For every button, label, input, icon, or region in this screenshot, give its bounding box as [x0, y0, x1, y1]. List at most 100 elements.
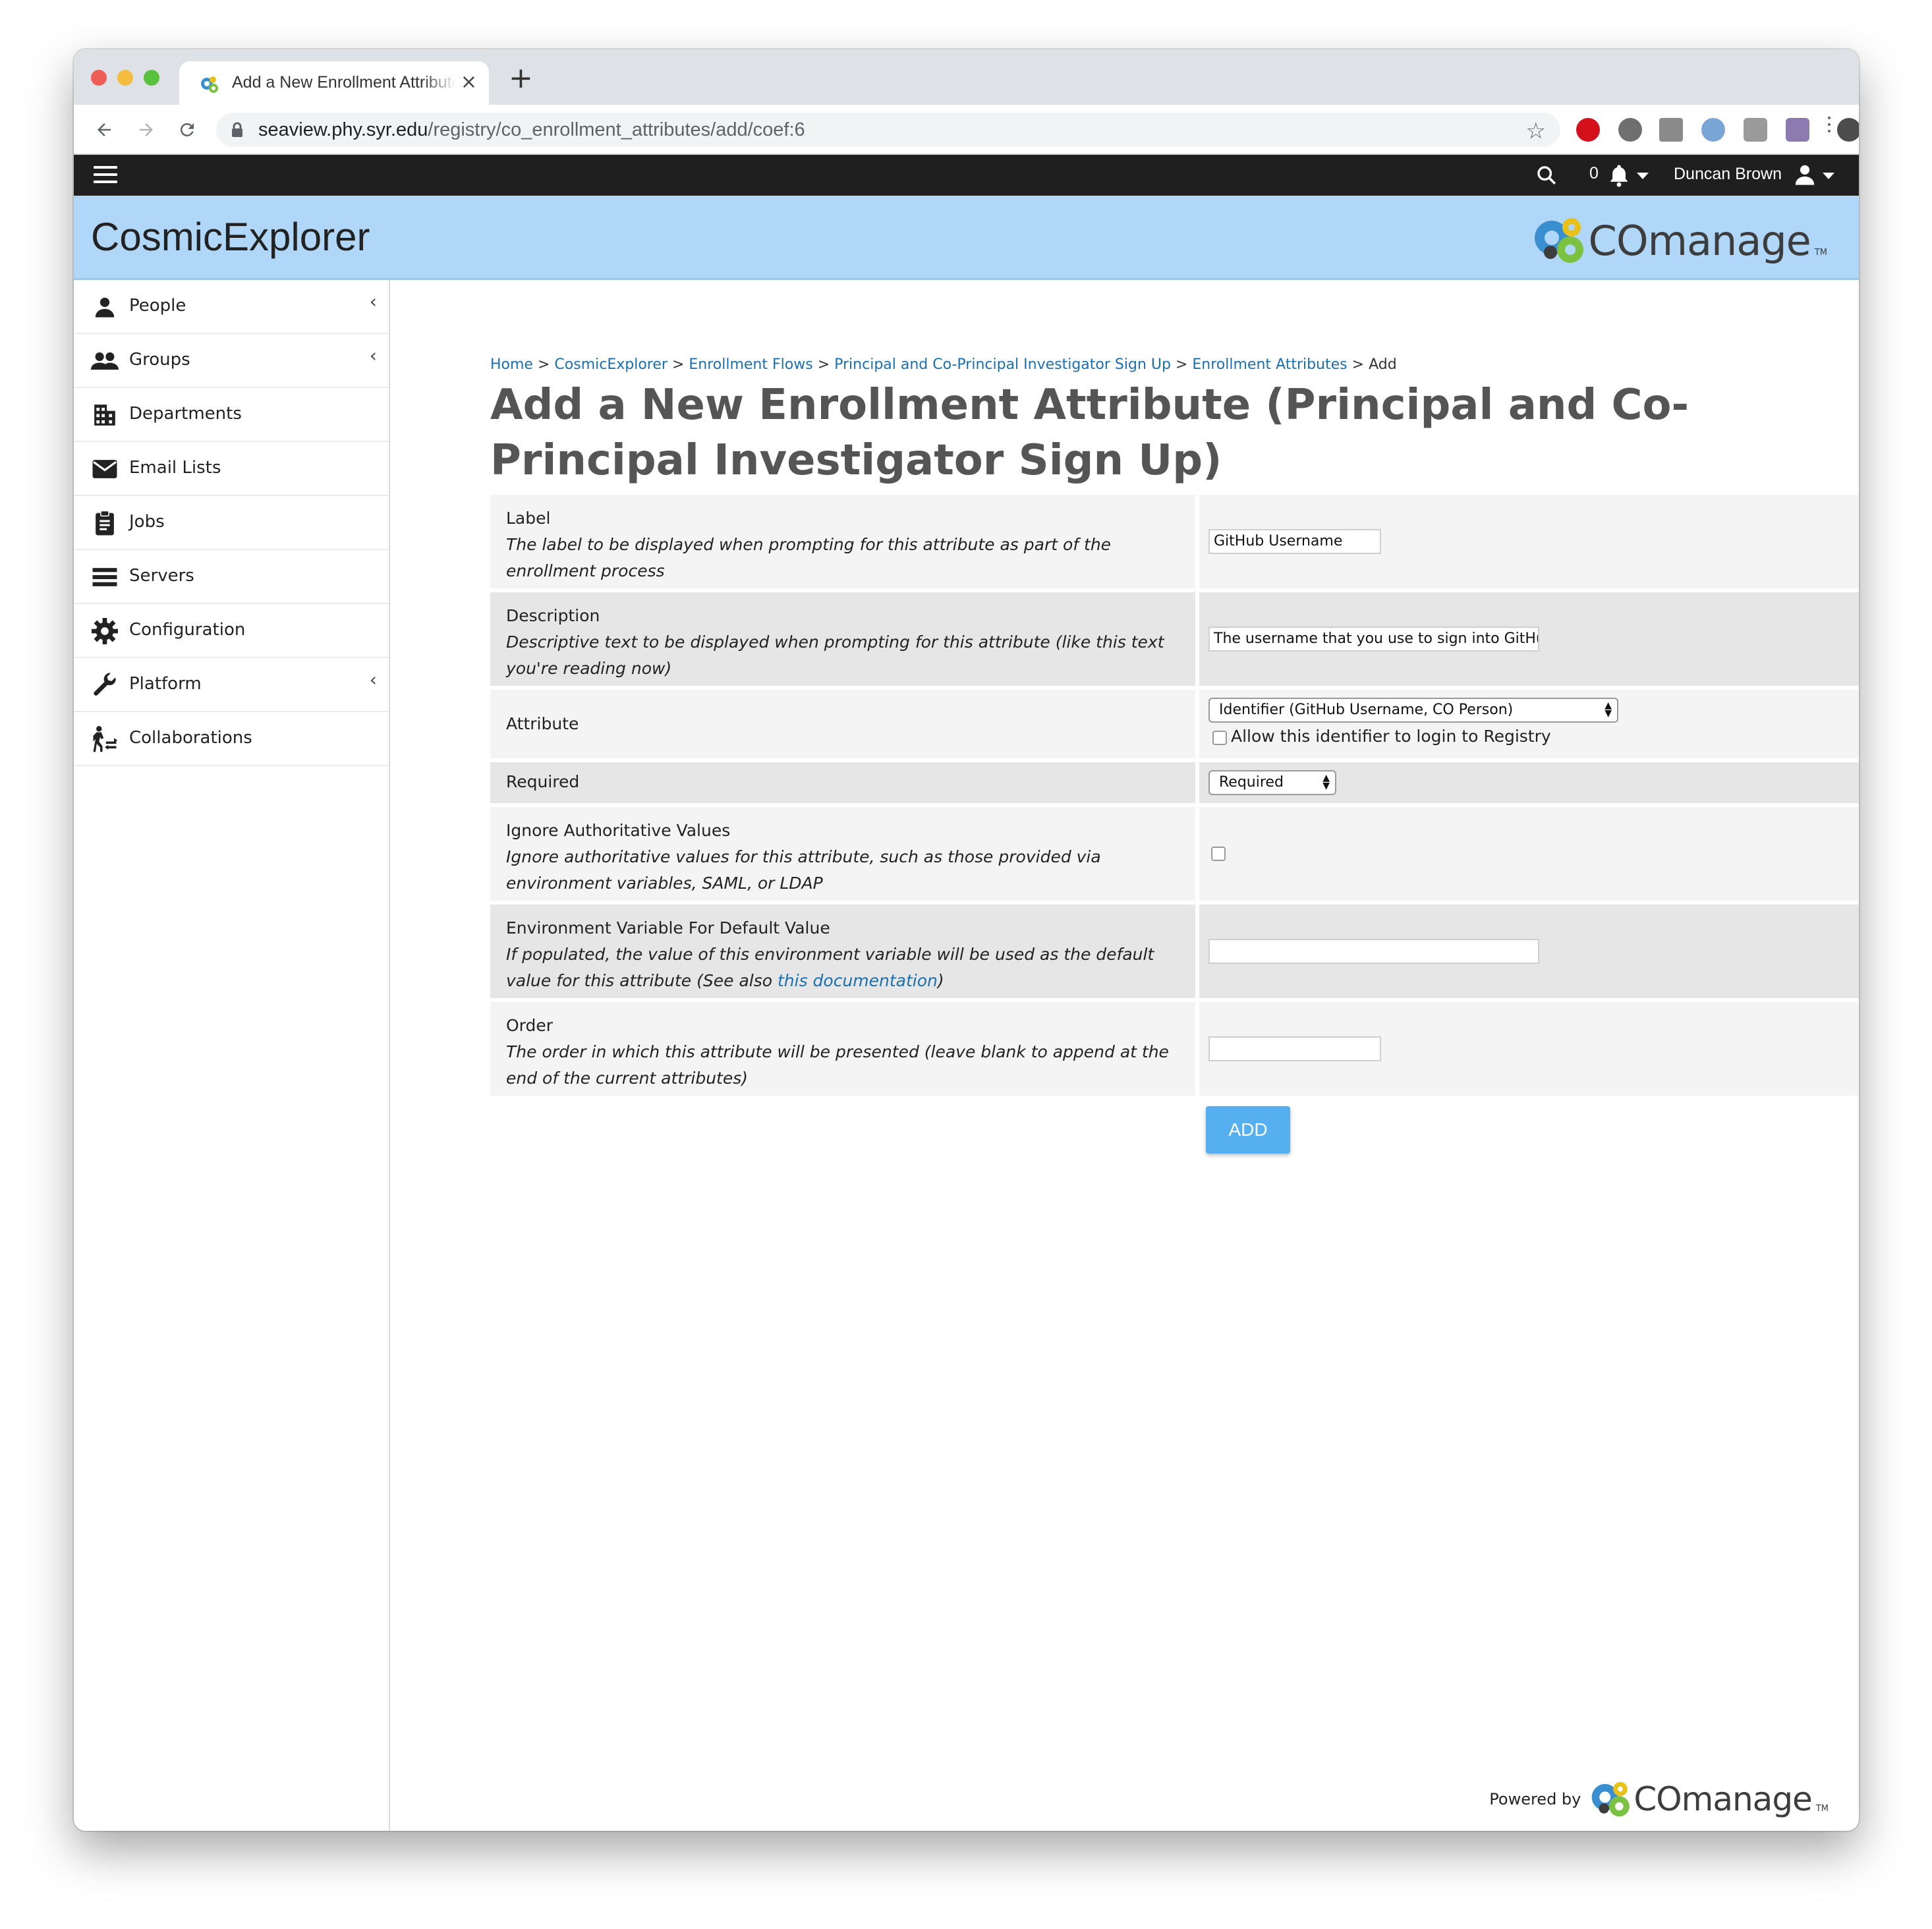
required-select[interactable]: Required ▲ ▼ — [1208, 770, 1336, 795]
documentation-link[interactable]: this documentation — [778, 971, 938, 990]
select-arrows-icon: ▲ ▼ — [1605, 700, 1612, 719]
sidebar-item-groups[interactable]: Groups ‹ — [74, 334, 389, 388]
enrollment-attribute-form: Label The label to be displayed when pro… — [490, 495, 1859, 1100]
url-path: /registry/co_enrollment_attributes/add/c… — [428, 119, 805, 140]
sidebar-item-label: Jobs — [129, 512, 165, 532]
person-icon — [91, 293, 119, 321]
field-description: The order in which this attribute will b… — [506, 1042, 1169, 1088]
sidebar-item-label: Platform — [129, 674, 202, 694]
add-button[interactable]: ADD — [1206, 1106, 1290, 1154]
breadcrumb-flow[interactable]: Principal and Co-Principal Investigator … — [834, 356, 1171, 373]
lock-icon — [232, 122, 242, 137]
field-input-container: GitHub Username — [1199, 495, 1859, 588]
sidebar-item-departments[interactable]: Departments — [74, 388, 389, 442]
new-tab-button[interactable]: + — [509, 64, 533, 93]
field-title: Description — [506, 606, 600, 625]
user-icon[interactable] — [1794, 163, 1816, 186]
tab-close-icon[interactable]: × — [461, 72, 477, 93]
login-identifier-label: Allow this identifier to login to Regist… — [1231, 727, 1551, 746]
breadcrumb-enrollment-flows[interactable]: Enrollment Flows — [689, 356, 812, 373]
field-title: Label — [506, 509, 551, 528]
breadcrumb-co[interactable]: CosmicExplorer — [554, 356, 668, 373]
field-input-container — [1199, 1002, 1859, 1096]
form-row-order: Order The order in which this attribute … — [490, 1002, 1859, 1096]
chevron-down-icon[interactable] — [1823, 173, 1834, 179]
profile-avatar[interactable] — [1837, 118, 1859, 142]
breadcrumb-enrollment-attributes[interactable]: Enrollment Attributes — [1192, 356, 1347, 373]
app-title[interactable]: CosmicExplorer — [91, 214, 370, 260]
menu-icon[interactable] — [94, 166, 117, 184]
sidebar-item-configuration[interactable]: Configuration — [74, 604, 389, 658]
bell-icon[interactable] — [1608, 163, 1630, 188]
field-description: The label to be displayed when prompting… — [506, 535, 1112, 580]
browser-window: Add a New Enrollment Attribute (Principa… — [74, 49, 1859, 1831]
field-label-container: Required — [490, 762, 1195, 803]
extension-icon[interactable] — [1618, 118, 1642, 142]
forward-arrow-icon — [140, 123, 153, 136]
field-label-container: Environment Variable For Default Value I… — [490, 905, 1195, 998]
url-text: seaview.phy.syr.edu/registry/co_enrollme… — [258, 119, 805, 141]
browser-tab[interactable]: Add a New Enrollment Attribute (Principa… — [179, 61, 489, 105]
field-label-container: Ignore Authoritative Values Ignore autho… — [490, 807, 1195, 901]
label-input[interactable]: GitHub Username — [1208, 529, 1381, 554]
ignore-authoritative-checkbox[interactable] — [1211, 847, 1226, 861]
close-window-button[interactable] — [91, 70, 107, 86]
field-title: Ignore Authoritative Values — [506, 821, 731, 840]
extension-icon[interactable] — [1786, 118, 1809, 142]
login-identifier-checkbox[interactable] — [1212, 731, 1227, 745]
field-label-container: Description Descriptive text to be displ… — [490, 592, 1195, 686]
chevron-down-icon[interactable] — [1637, 173, 1649, 179]
sidebar-item-collaborations[interactable]: Collaborations — [74, 712, 389, 766]
maximize-window-button[interactable] — [144, 70, 159, 86]
search-icon[interactable] — [1535, 164, 1558, 186]
forward-button[interactable] — [133, 117, 159, 143]
env-variable-input[interactable] — [1208, 939, 1539, 964]
form-row-description: Description Descriptive text to be displ… — [490, 592, 1859, 686]
adblock-icon[interactable] — [1576, 118, 1600, 142]
sidebar-item-label: Configuration — [129, 620, 246, 640]
breadcrumb-home[interactable]: Home — [490, 356, 533, 373]
field-label-container: Order The order in which this attribute … — [490, 1002, 1195, 1096]
chevron-left-icon[interactable]: ‹ — [370, 291, 377, 312]
sidebar-item-email-lists[interactable]: Email Lists — [74, 442, 389, 496]
sidebar-item-label: Servers — [129, 566, 194, 586]
field-input-container: Required ▲ ▼ — [1199, 762, 1859, 803]
field-description: Descriptive text to be displayed when pr… — [506, 632, 1164, 678]
chevron-left-icon[interactable]: ‹ — [370, 669, 377, 690]
order-input[interactable] — [1208, 1036, 1381, 1061]
description-input[interactable]: The username that you use to sign into G… — [1208, 627, 1539, 652]
form-row-env-variable: Environment Variable For Default Value I… — [490, 905, 1859, 998]
attribute-select-value: Identifier (GitHub Username, CO Person) — [1219, 702, 1514, 718]
form-row-label: Label The label to be displayed when pro… — [490, 495, 1859, 588]
minimize-window-button[interactable] — [117, 70, 133, 86]
page-title: Add a New Enrollment Attribute (Principa… — [490, 381, 1690, 485]
app-top-bar: 0 Duncan Brown — [74, 155, 1859, 196]
bookmark-star-icon[interactable]: ☆ — [1526, 118, 1546, 144]
field-description-text: ) — [937, 971, 944, 990]
sidebar-item-platform[interactable]: Platform ‹ — [74, 658, 389, 712]
sidebar-item-jobs[interactable]: Jobs — [74, 496, 389, 550]
field-title: Environment Variable For Default Value — [506, 918, 830, 937]
gears-logo-icon — [1534, 218, 1583, 263]
user-name[interactable]: Duncan Brown — [1674, 165, 1782, 184]
brand-name: COmanage — [1634, 1780, 1812, 1818]
address-bar[interactable]: seaview.phy.syr.edu/registry/co_enrollme… — [216, 113, 1560, 147]
back-button[interactable] — [91, 117, 117, 143]
chevron-left-icon[interactable]: ‹ — [370, 345, 377, 366]
extension-icon[interactable] — [1744, 118, 1767, 142]
drive-icon[interactable] — [1659, 118, 1683, 142]
reload-button[interactable] — [174, 117, 200, 143]
field-description: Ignore authoritative values for this att… — [506, 847, 1101, 893]
wrench-icon — [91, 671, 119, 699]
extension-icon[interactable] — [1701, 118, 1725, 142]
sidebar-item-people[interactable]: People ‹ — [74, 280, 389, 334]
chrome-menu-icon[interactable] — [1828, 117, 1831, 143]
group-icon — [91, 347, 119, 375]
main-content: Home > CosmicExplorer > Enrollment Flows… — [390, 280, 1859, 1831]
attribute-select[interactable]: Identifier (GitHub Username, CO Person) … — [1208, 698, 1618, 723]
sidebar-item-servers[interactable]: Servers — [74, 550, 389, 604]
field-label-container: Label The label to be displayed when pro… — [490, 495, 1195, 588]
field-input-container — [1199, 905, 1859, 998]
server-icon — [91, 563, 119, 591]
back-arrow-icon — [98, 123, 111, 136]
